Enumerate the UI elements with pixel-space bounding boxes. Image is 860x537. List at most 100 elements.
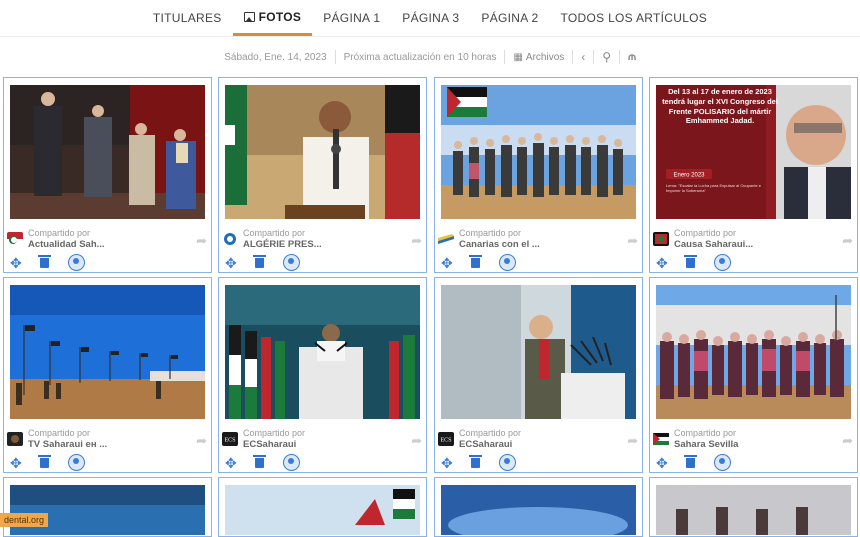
search-icon[interactable]: ⚲	[602, 50, 611, 64]
trash-icon[interactable]	[253, 255, 266, 268]
shared-by-label: Compartido por	[459, 228, 522, 238]
card-meta: Compartido por Actualidad Sah... ➦	[7, 228, 207, 252]
rss-icon[interactable]: ⫙	[628, 51, 636, 64]
move-icon[interactable]: ✥	[225, 455, 237, 472]
share-icon[interactable]: ➦	[411, 433, 422, 449]
user-icon[interactable]	[714, 454, 731, 471]
tab-todos-los-articulos[interactable]: TODOS LOS ARTÍCULOS	[549, 0, 718, 36]
shared-by-label: Compartido por	[674, 228, 737, 238]
source-favicon: ECS	[222, 432, 238, 446]
move-icon[interactable]: ✥	[656, 455, 668, 472]
share-icon[interactable]: ➦	[196, 233, 207, 249]
photo-thumbnail[interactable]	[656, 485, 851, 535]
source-favicon	[438, 234, 454, 244]
source-name[interactable]: Canarias con el ...	[459, 239, 540, 250]
source-name[interactable]: Causa Saharaui...	[674, 239, 753, 250]
tab-pagina-2[interactable]: PÁGINA 2	[470, 0, 549, 36]
shared-by-label: Compartido por	[243, 228, 306, 238]
card-actions: ✥	[10, 254, 100, 272]
user-icon[interactable]	[499, 454, 516, 471]
divider	[619, 50, 621, 64]
source-name[interactable]: TV Saharaui ен ...	[28, 439, 107, 450]
calendar-icon: ▦	[513, 51, 523, 63]
source-name[interactable]: ECSaharaui	[459, 439, 512, 450]
tab-fotos[interactable]: FOTOS	[232, 0, 313, 36]
user-icon[interactable]	[499, 254, 516, 271]
photo-thumbnail[interactable]	[10, 85, 205, 219]
source-name[interactable]: ALGÉRIE PRES...	[243, 239, 322, 250]
source-favicon: ECS	[438, 432, 454, 446]
nav-divider	[0, 36, 860, 37]
photo-thumbnail[interactable]	[225, 285, 420, 419]
photo-thumbnail[interactable]: Enero 2023 Del 13 al 17 de enero de 2023…	[656, 85, 851, 219]
source-name[interactable]: ECSaharaui	[243, 439, 296, 450]
share-icon[interactable]: ➦	[627, 433, 638, 449]
photo-thumbnail[interactable]	[225, 485, 420, 535]
photo-card	[3, 477, 212, 537]
move-icon[interactable]: ✥	[10, 455, 22, 472]
next-update-text: Próxima actualización en 10 horas	[343, 51, 497, 63]
photo-card	[649, 477, 858, 537]
trash-icon[interactable]	[38, 255, 51, 268]
share-icon[interactable]: ➦	[627, 233, 638, 249]
svg-text:ECS: ECS	[224, 438, 235, 444]
share-icon[interactable]: ➦	[842, 233, 853, 249]
tab-pagina-3[interactable]: PÁGINA 3	[391, 0, 470, 36]
user-icon[interactable]	[68, 454, 85, 471]
user-icon[interactable]	[714, 254, 731, 271]
user-icon[interactable]	[68, 254, 85, 271]
photo-card: ECS Compartido por ECSaharaui ➦ ✥	[218, 277, 427, 473]
source-name[interactable]: Sahara Sevilla	[674, 439, 738, 450]
card-meta: Compartido por Canarias con el ... ➦	[438, 228, 638, 252]
move-icon[interactable]: ✥	[10, 255, 22, 272]
divider	[504, 50, 506, 64]
card-meta: Compartido por Causa Saharaui... ➦	[653, 228, 853, 252]
move-icon[interactable]: ✥	[441, 255, 453, 272]
archive-button[interactable]: ▦ Archivos	[513, 52, 564, 63]
tab-pagina-1[interactable]: PÁGINA 1	[312, 0, 391, 36]
trash-icon[interactable]	[684, 255, 697, 268]
move-icon[interactable]: ✥	[225, 255, 237, 272]
divider	[572, 50, 574, 64]
svg-text:ECS: ECS	[440, 438, 451, 444]
chevron-left-icon[interactable]: ‹	[581, 50, 585, 64]
move-icon[interactable]: ✥	[441, 455, 453, 472]
photo-thumbnail[interactable]	[441, 485, 636, 535]
trash-icon[interactable]	[469, 455, 482, 468]
share-icon[interactable]: ➦	[842, 433, 853, 449]
photo-thumbnail[interactable]	[10, 485, 205, 535]
tab-titulares[interactable]: TITULARES	[142, 0, 233, 36]
photo-thumbnail[interactable]	[225, 85, 420, 219]
source-name[interactable]: Actualidad Sah...	[28, 239, 105, 250]
card-actions: ✥	[441, 454, 531, 472]
poster-tag: Enero 2023	[673, 173, 705, 179]
photo-thumbnail[interactable]	[441, 85, 636, 219]
card-meta: Compartido por ALGÉRIE PRES... ➦	[222, 228, 422, 252]
source-favicon	[7, 232, 23, 246]
image-icon	[243, 11, 255, 22]
site-watermark: dental.org	[0, 513, 49, 527]
share-icon[interactable]: ➦	[411, 233, 422, 249]
archive-label: Archivos	[525, 51, 565, 63]
trash-icon[interactable]	[253, 455, 266, 468]
photo-thumbnail[interactable]	[10, 285, 205, 419]
trash-icon[interactable]	[469, 255, 482, 268]
user-icon[interactable]	[283, 254, 300, 271]
user-icon[interactable]	[283, 454, 300, 471]
trash-icon[interactable]	[684, 455, 697, 468]
current-date: Sábado, Ene. 14, 2023	[224, 51, 327, 63]
toolbar: Sábado, Ene. 14, 2023 Próxima actualizac…	[0, 46, 860, 68]
tab-fotos-label: FOTOS	[258, 9, 302, 24]
photo-thumbnail[interactable]	[656, 285, 851, 419]
source-favicon	[7, 432, 23, 446]
card-actions: ✥	[225, 454, 315, 472]
source-favicon	[653, 232, 669, 246]
trash-icon[interactable]	[38, 455, 51, 468]
move-icon[interactable]: ✥	[656, 255, 668, 272]
photo-card: Compartido por ALGÉRIE PRES... ➦ ✥	[218, 77, 427, 273]
poster-headline: Del 13 al 17 de enero de 2023 tendrá lug…	[662, 87, 778, 126]
photo-card: Compartido por TV Saharaui ен ... ➦ ✥	[3, 277, 212, 473]
photo-thumbnail[interactable]	[441, 285, 636, 419]
photo-card: Compartido por Canarias con el ... ➦ ✥	[434, 77, 643, 273]
share-icon[interactable]: ➦	[196, 433, 207, 449]
